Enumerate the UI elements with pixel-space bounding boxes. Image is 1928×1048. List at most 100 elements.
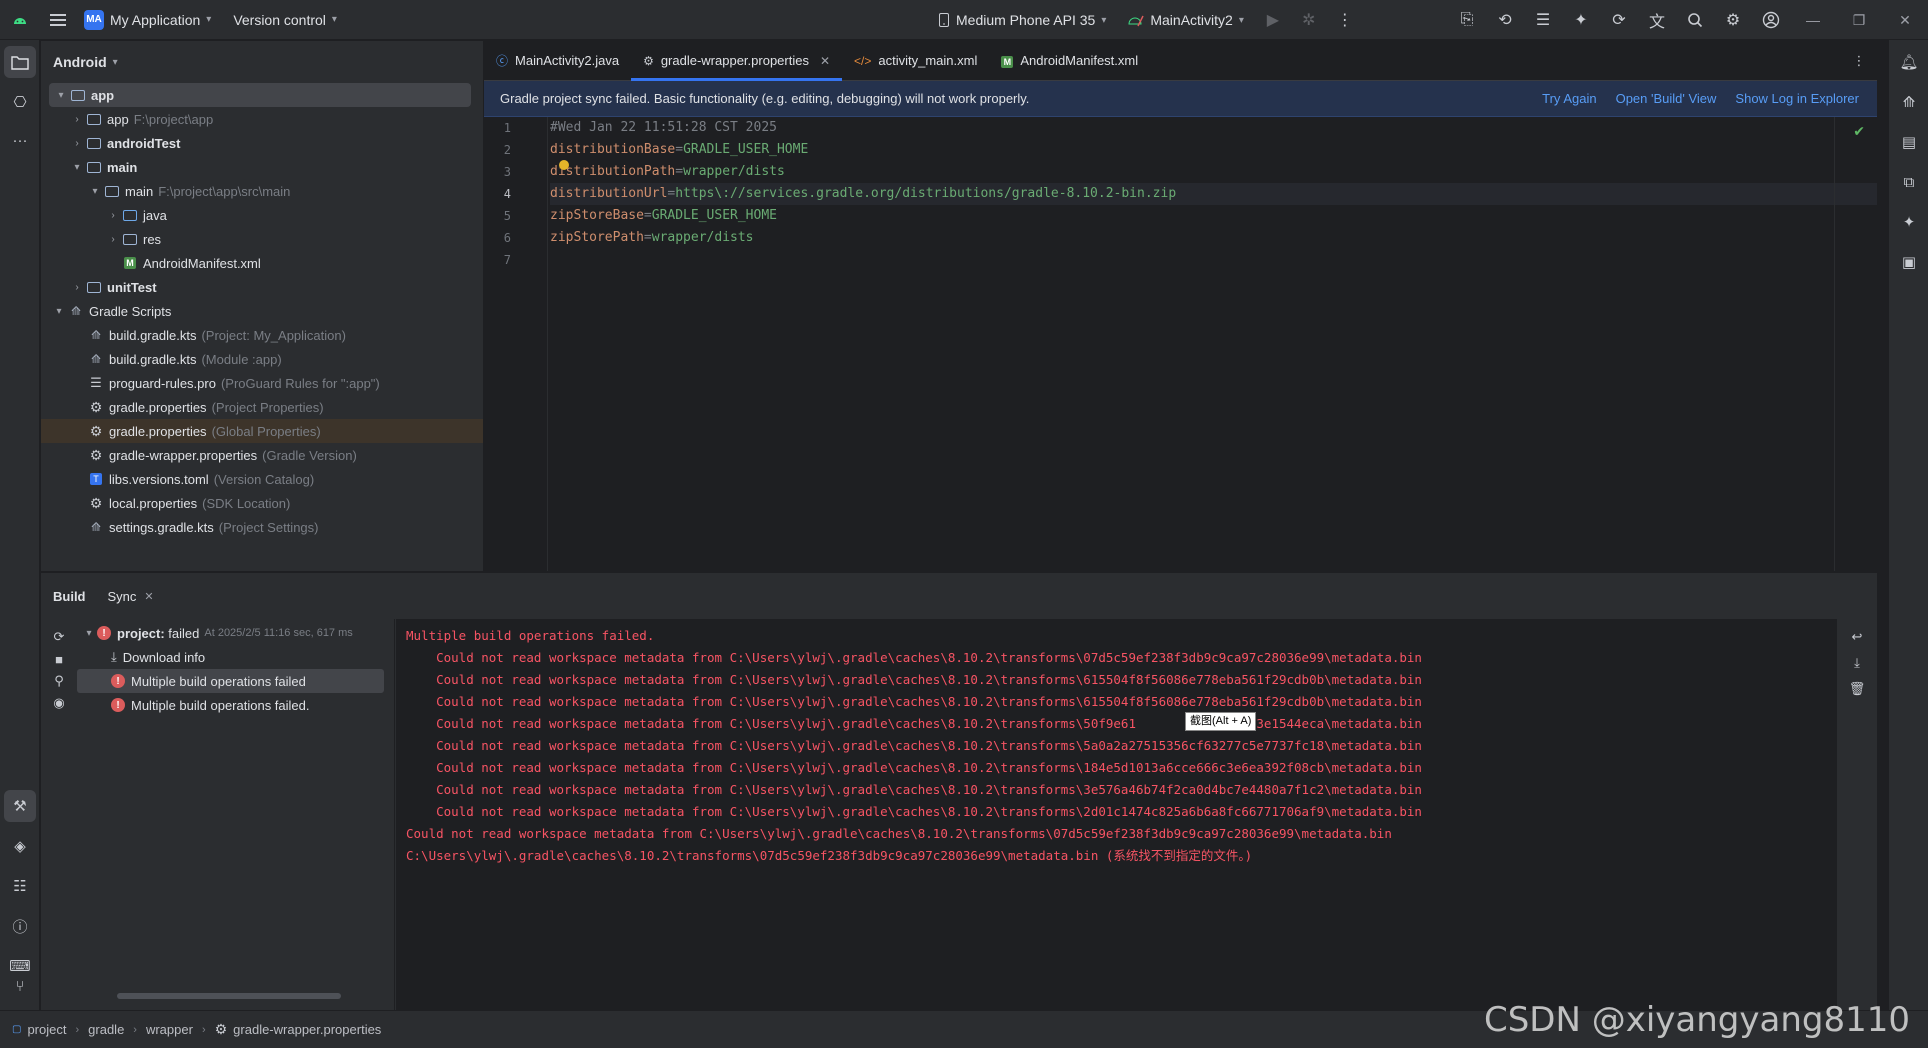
show-log-link[interactable]: Show Log in Explorer bbox=[1735, 91, 1859, 106]
build-tree-project[interactable]: ▾ ! project: failed At 2025/2/5 11:16 se… bbox=[77, 621, 394, 645]
project-view-dropdown[interactable]: Android ▾ bbox=[41, 41, 483, 83]
tree-row-gradle-properties-global[interactable]: ⚙ gradle.properties (Global Properties) bbox=[41, 419, 483, 443]
tab-android-manifest[interactable]: M AndroidManifest.xml bbox=[989, 41, 1150, 80]
tree-row-gradle-properties-project[interactable]: ⚙ gradle.properties (Project Properties) bbox=[41, 395, 483, 419]
tree-row-res[interactable]: › res bbox=[41, 227, 483, 251]
soft-wrap-icon[interactable]: ↩ bbox=[1845, 625, 1869, 649]
build-output-console[interactable]: Multiple build operations failed. Could … bbox=[396, 619, 1837, 1011]
sync-gradle-icon[interactable]: ⟳ bbox=[1600, 5, 1638, 35]
project-folder-icon[interactable] bbox=[4, 46, 36, 78]
build-tree-error-1[interactable]: ! Multiple build operations failed bbox=[77, 669, 384, 693]
tree-row-java[interactable]: › java bbox=[41, 203, 483, 227]
tree-row-build-gradle-project[interactable]: ⟰ build.gradle.kts (Project: My_Applicat… bbox=[41, 323, 483, 347]
breadcrumb-label: gradle-wrapper.properties bbox=[233, 1022, 382, 1037]
code-line-current: distributionUrl=https\://services.gradle… bbox=[550, 183, 1877, 205]
logcat-icon[interactable]: ☷ bbox=[4, 870, 36, 902]
version-control-dropdown[interactable]: Version control ▾ bbox=[225, 5, 345, 35]
language-icon[interactable]: 文 bbox=[1638, 5, 1676, 35]
gem-icon[interactable]: ◈ bbox=[4, 830, 36, 862]
minimize-button[interactable]: — bbox=[1790, 0, 1836, 40]
tab-build[interactable]: Build bbox=[53, 589, 86, 604]
view-eye-icon[interactable]: ◉ bbox=[47, 691, 71, 715]
sdk-manager-icon[interactable]: ⎘ bbox=[1448, 5, 1486, 35]
pin-icon[interactable]: ⚲ bbox=[47, 669, 71, 693]
horizontal-scrollbar[interactable] bbox=[117, 993, 341, 999]
tab-options-more-icon[interactable]: ⋮ bbox=[1841, 41, 1877, 80]
tree-row-manifest[interactable]: M AndroidManifest.xml bbox=[41, 251, 483, 275]
code-line: zipStorePath=wrapper/dists bbox=[550, 227, 1877, 249]
tree-row-local-properties[interactable]: ⚙ local.properties (SDK Location) bbox=[41, 491, 483, 515]
breadcrumb-wrapper[interactable]: wrapper bbox=[146, 1022, 193, 1037]
run-config-selector[interactable]: MainActivity2 ▾ bbox=[1120, 5, 1252, 35]
build-tree-error-2[interactable]: ! Multiple build operations failed. bbox=[77, 693, 394, 717]
breadcrumb-file[interactable]: ⚙ gradle-wrapper.properties bbox=[215, 1021, 382, 1038]
tree-row-main[interactable]: ▾ main bbox=[41, 155, 483, 179]
close-tab-icon[interactable]: ✕ bbox=[144, 590, 153, 603]
intention-bulb-icon[interactable] bbox=[559, 160, 569, 170]
device-selector[interactable]: Medium Phone API 35 ▾ bbox=[930, 5, 1114, 35]
folder-icon bbox=[85, 135, 103, 151]
line-number: 7 bbox=[503, 253, 511, 267]
device-manager-icon[interactable]: ▤ bbox=[1893, 126, 1925, 158]
tree-row-app-module[interactable]: ▾ app bbox=[49, 83, 471, 107]
gradle-elephant-icon[interactable]: ⟰ bbox=[1893, 86, 1925, 118]
tree-row-settings-gradle[interactable]: ⟰ settings.gradle.kts (Project Settings) bbox=[41, 515, 483, 539]
running-devices-icon[interactable]: ▣ bbox=[1893, 246, 1925, 278]
tab-gradle-wrapper[interactable]: ⚙ gradle-wrapper.properties ✕ bbox=[631, 41, 843, 81]
device-mirroring-icon[interactable]: ⧉ bbox=[1893, 166, 1925, 198]
tree-row-gradle-wrapper[interactable]: ⚙ gradle-wrapper.properties (Gradle Vers… bbox=[41, 443, 483, 467]
plugin-icon[interactable]: ✦ bbox=[1562, 5, 1600, 35]
build-time: At 2025/2/5 11:16 sec, 617 ms bbox=[204, 627, 353, 639]
tree-row-unit-test[interactable]: › unitTest bbox=[41, 275, 483, 299]
debug-icon[interactable]: ✲ bbox=[1294, 5, 1324, 35]
tree-row-proguard[interactable]: ☰ proguard-rules.pro (ProGuard Rules for… bbox=[41, 371, 483, 395]
rerun-sync-icon[interactable]: ⟳ bbox=[47, 625, 71, 649]
code-editor[interactable]: 1 2 3 4 5 6 7 #Wed Jan 22 11:51:28 CST 2… bbox=[484, 117, 1877, 571]
main-menu-button[interactable] bbox=[40, 0, 76, 40]
tree-row-android-test[interactable]: › androidTest bbox=[41, 131, 483, 155]
more-vertical-icon[interactable]: ⋮ bbox=[1330, 5, 1360, 35]
run-icon[interactable]: ▶ bbox=[1258, 5, 1288, 35]
resource-folder-icon bbox=[121, 231, 139, 247]
account-icon[interactable] bbox=[1752, 5, 1790, 35]
build-hammer-icon[interactable]: ⚒ bbox=[4, 790, 36, 822]
tree-label: Download info bbox=[122, 649, 206, 665]
close-window-button[interactable]: ✕ bbox=[1882, 0, 1928, 40]
tab-mainactivity2[interactable]: ⓒ MainActivity2.java bbox=[484, 41, 631, 80]
tree-row-build-gradle-module[interactable]: ⟰ build.gradle.kts (Module :app) bbox=[41, 347, 483, 371]
try-again-link[interactable]: Try Again bbox=[1542, 91, 1596, 106]
tree-row-gradle-scripts[interactable]: ▾ ⟰ Gradle Scripts bbox=[41, 299, 483, 323]
more-tools-icon[interactable]: ··· bbox=[4, 124, 36, 156]
tree-hint: (Project Properties) bbox=[211, 399, 324, 415]
build-tree-download-info[interactable]: ⤓ Download info bbox=[77, 645, 394, 669]
search-icon[interactable] bbox=[1676, 5, 1714, 35]
structure-icon[interactable]: ☰ bbox=[1524, 5, 1562, 35]
restore-button[interactable]: ❐ bbox=[1836, 0, 1882, 40]
tree-row-libs-versions[interactable]: T libs.versions.toml (Version Catalog) bbox=[41, 467, 483, 491]
close-tab-icon[interactable]: ✕ bbox=[820, 54, 830, 68]
settings-gear-icon[interactable]: ⚙ bbox=[1714, 5, 1752, 35]
property-key: zipStorePath bbox=[550, 230, 644, 245]
breadcrumb-gradle[interactable]: gradle bbox=[88, 1022, 124, 1037]
problems-icon[interactable]: ⓘ bbox=[4, 910, 36, 942]
module-square-icon: ▢ bbox=[12, 1024, 22, 1035]
translate-icon[interactable]: ⟲ bbox=[1486, 5, 1524, 35]
tab-activity-main[interactable]: </> activity_main.xml bbox=[842, 41, 989, 80]
open-build-view-link[interactable]: Open 'Build' View bbox=[1616, 91, 1717, 106]
resource-manager-icon[interactable]: ⎔ bbox=[4, 86, 36, 118]
git-branch-icon[interactable]: ⑂ bbox=[4, 970, 36, 1002]
gemini-sparkle-icon[interactable]: ✦ bbox=[1893, 206, 1925, 238]
tree-row-main-src[interactable]: ▾ main F:\project\app\src\main bbox=[41, 179, 483, 203]
project-switcher[interactable]: MA My Application ▾ bbox=[76, 5, 219, 35]
scroll-to-end-icon[interactable]: ⤓ bbox=[1845, 651, 1869, 675]
tab-sync[interactable]: Sync ✕ bbox=[108, 589, 154, 604]
stop-icon[interactable]: ■ bbox=[47, 647, 71, 671]
notifications-bell-icon[interactable]: 🔔︎ bbox=[1893, 46, 1925, 78]
clear-trash-icon[interactable]: 🗑︎ bbox=[1845, 677, 1869, 701]
error-icon: ! bbox=[97, 626, 111, 640]
editor-area: ⓒ MainActivity2.java ⚙ gradle-wrapper.pr… bbox=[484, 41, 1877, 571]
line-number: 6 bbox=[503, 231, 511, 245]
breadcrumb-project[interactable]: ▢ project bbox=[12, 1022, 66, 1037]
tree-row-app-folder[interactable]: › app F:\project\app bbox=[41, 107, 483, 131]
no-problems-check-icon[interactable]: ✔ bbox=[1853, 123, 1865, 140]
